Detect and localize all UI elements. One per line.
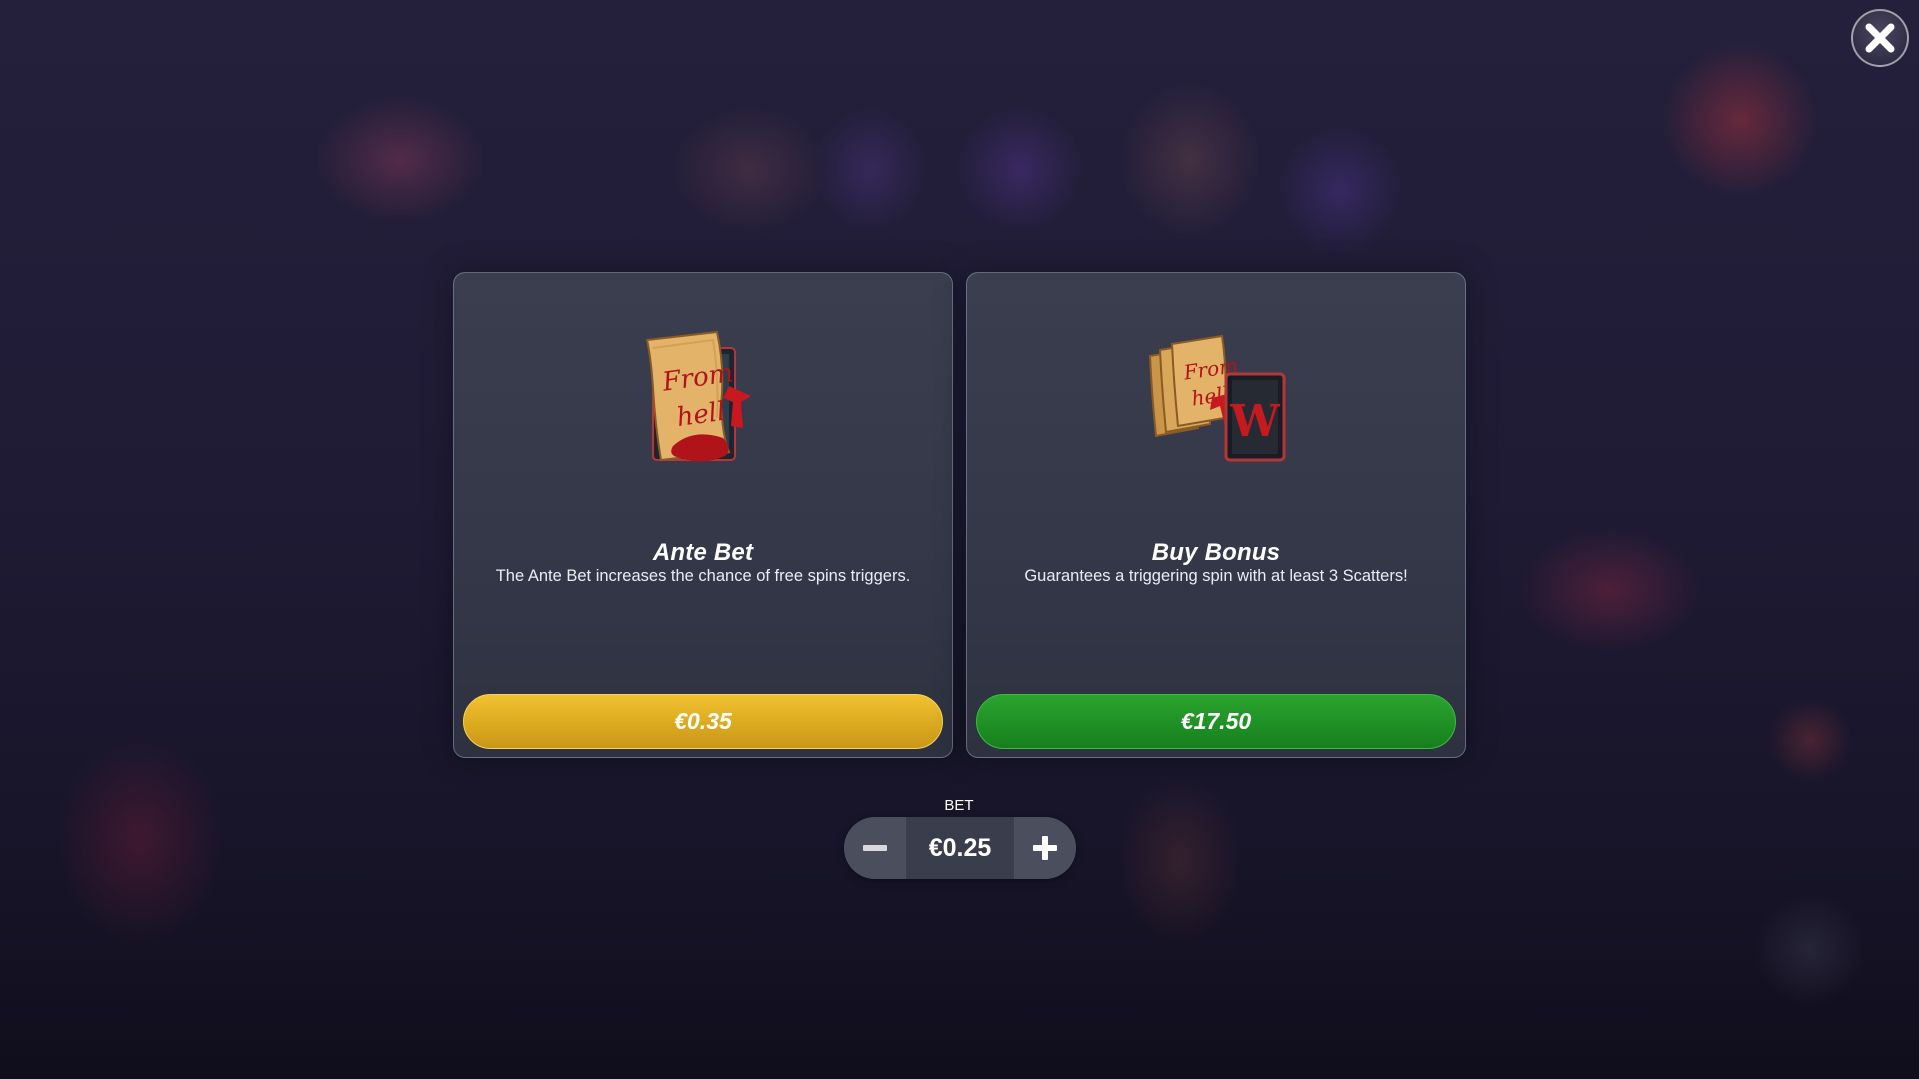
ante-bet-title: Ante Bet xyxy=(652,539,754,566)
buy-bonus-illustration: From hell W xyxy=(1136,328,1296,483)
bet-label: BET xyxy=(944,797,974,814)
bet-increase-button[interactable] xyxy=(1014,817,1076,879)
bet-stepper: €0.25 xyxy=(844,817,1076,879)
minus-icon xyxy=(863,845,887,851)
bet-value: €0.25 xyxy=(906,817,1014,879)
ante-bet-illustration: From hell xyxy=(633,328,773,483)
ante-bet-panel: From hell Ante Bet The Ante Bet increase… xyxy=(453,272,953,758)
buy-bonus-panel: From hell W Buy Bonus Guarantees a trigg… xyxy=(966,272,1466,758)
ante-bet-buy-button[interactable]: €0.35 xyxy=(463,694,943,749)
ante-bet-description: The Ante Bet increases the chance of fre… xyxy=(495,567,911,585)
buy-bonus-buy-button[interactable]: €17.50 xyxy=(976,694,1456,749)
buy-bonus-title: Buy Bonus xyxy=(1151,539,1281,566)
bet-decrease-button[interactable] xyxy=(844,817,906,879)
buy-art-letter: W xyxy=(1229,396,1280,447)
plus-icon xyxy=(1033,836,1057,860)
buy-bonus-description: Guarantees a triggering spin with at lea… xyxy=(1024,567,1408,585)
close-button[interactable] xyxy=(1851,9,1909,67)
close-icon xyxy=(1865,23,1895,53)
